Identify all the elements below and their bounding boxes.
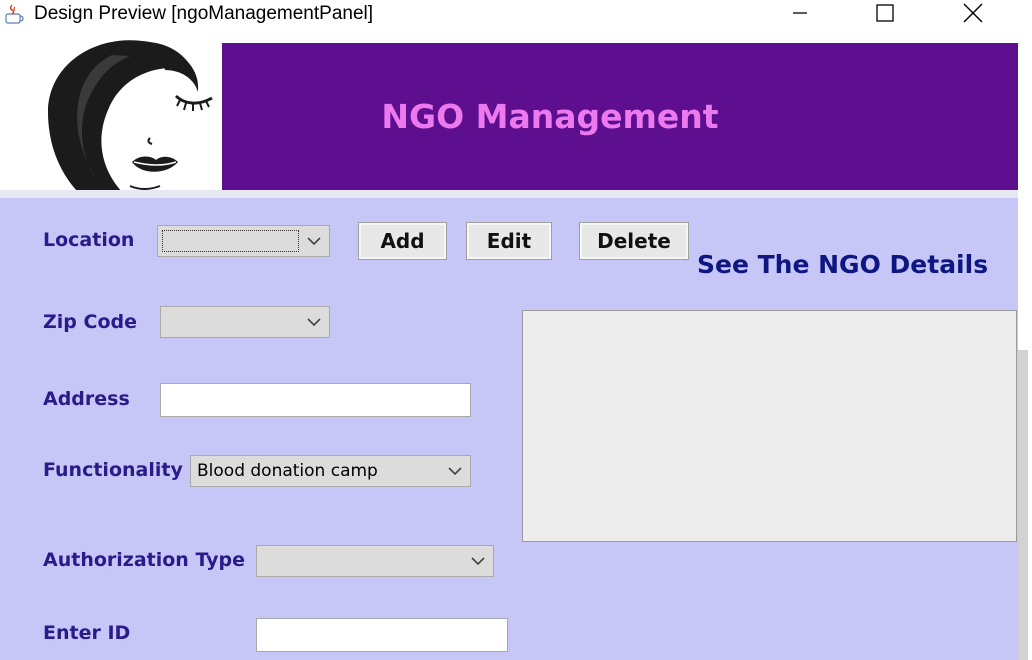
chevron-down-icon bbox=[303, 311, 325, 333]
ngo-details-area[interactable] bbox=[522, 310, 1017, 542]
delete-button[interactable]: Delete bbox=[579, 222, 689, 260]
authorization-type-label: Authorization Type bbox=[43, 549, 246, 571]
location-label: Location bbox=[43, 229, 135, 251]
focus-indicator bbox=[162, 230, 299, 252]
window-title-bar: Design Preview [ngoManagementPanel] bbox=[0, 0, 1032, 30]
enter-id-field[interactable] bbox=[256, 618, 508, 652]
header-logo-area bbox=[0, 30, 222, 190]
maximize-icon bbox=[876, 4, 894, 26]
authorization-type-dropdown[interactable] bbox=[256, 545, 494, 577]
location-dropdown[interactable] bbox=[157, 225, 330, 257]
functionality-value: Blood donation camp bbox=[197, 461, 378, 481]
zip-code-label: Zip Code bbox=[43, 311, 137, 333]
panel-divider bbox=[0, 190, 1018, 198]
chevron-down-icon bbox=[303, 230, 325, 252]
functionality-label: Functionality bbox=[43, 459, 183, 481]
page-title: NGO Management bbox=[381, 97, 719, 136]
maximize-button[interactable] bbox=[855, 0, 915, 30]
address-field[interactable] bbox=[160, 383, 471, 417]
minimize-button[interactable] bbox=[770, 0, 830, 30]
address-label: Address bbox=[43, 388, 130, 410]
java-icon bbox=[4, 3, 24, 25]
woman-face-logo bbox=[48, 40, 213, 190]
header-banner: NGO Management bbox=[222, 43, 1018, 190]
add-button[interactable]: Add bbox=[358, 222, 447, 260]
details-heading: See The NGO Details bbox=[697, 250, 989, 279]
close-button[interactable] bbox=[943, 0, 1003, 30]
zip-code-dropdown[interactable] bbox=[160, 306, 330, 338]
chevron-down-icon bbox=[444, 460, 466, 482]
window-title: Design Preview [ngoManagementPanel] bbox=[34, 3, 374, 24]
edit-button[interactable]: Edit bbox=[466, 222, 552, 260]
enter-id-label: Enter ID bbox=[43, 622, 131, 644]
scrollbar-track[interactable] bbox=[1018, 350, 1028, 660]
minimize-icon bbox=[792, 5, 808, 25]
chevron-down-icon bbox=[467, 550, 489, 572]
close-icon bbox=[963, 3, 983, 27]
functionality-dropdown[interactable]: Blood donation camp bbox=[190, 455, 471, 487]
